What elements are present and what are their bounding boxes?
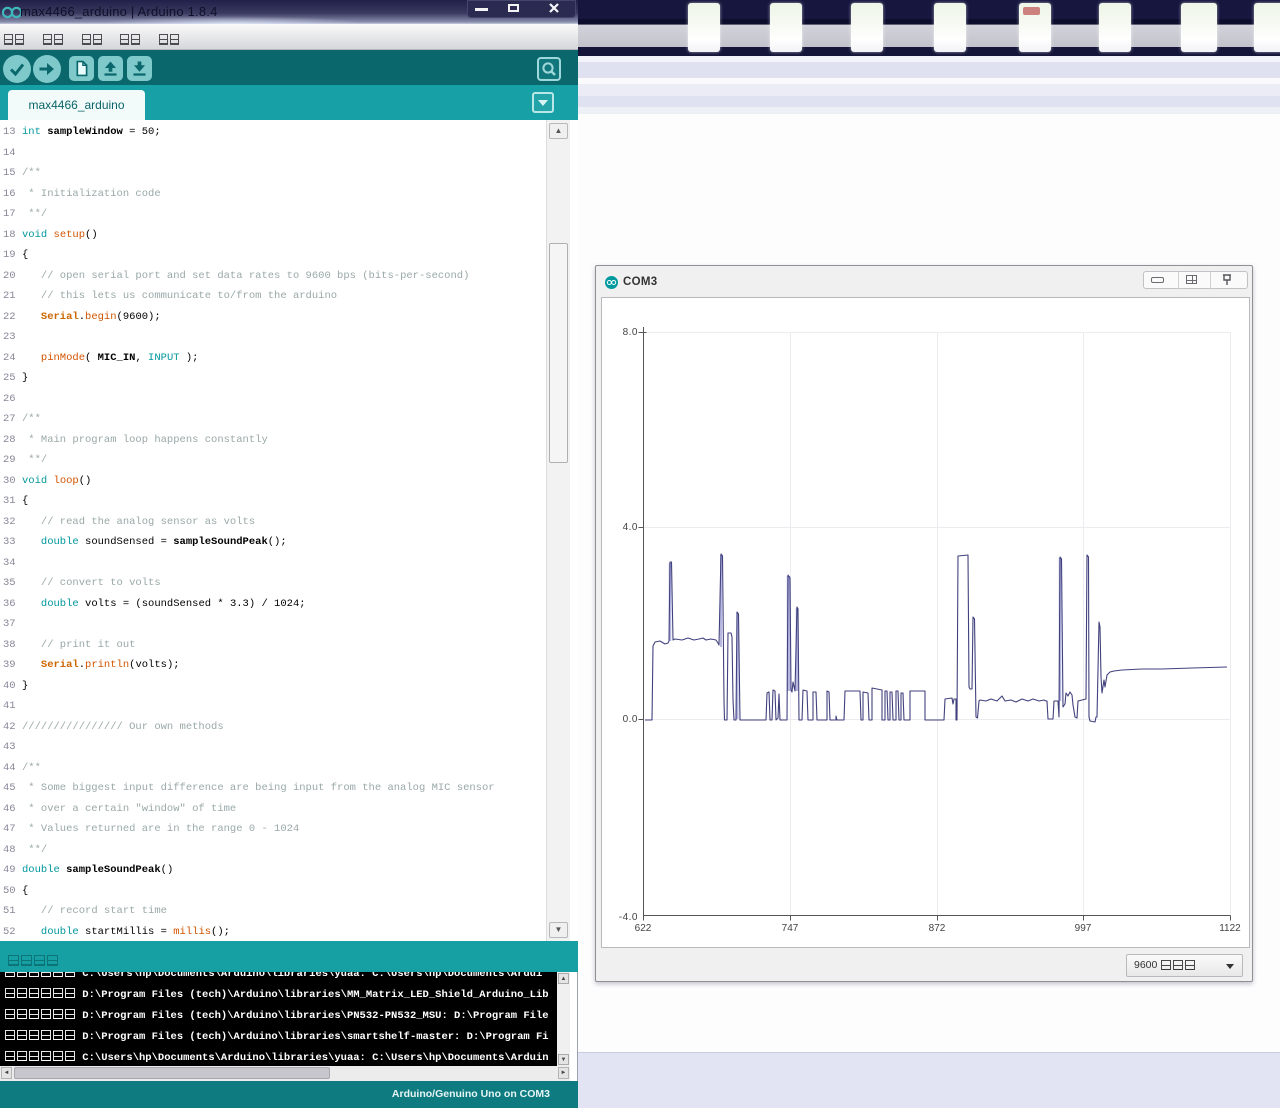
svg-text:747: 747 [782, 923, 799, 934]
svg-text:997: 997 [1075, 923, 1092, 934]
svg-text:0.0: 0.0 [623, 714, 638, 725]
svg-text:8.0: 8.0 [623, 327, 638, 338]
svg-text:872: 872 [929, 923, 946, 934]
svg-text:1122: 1122 [1219, 923, 1241, 934]
svg-text:622: 622 [635, 923, 652, 934]
svg-text:4.0: 4.0 [623, 522, 638, 533]
svg-text:-4.0: -4.0 [619, 912, 638, 923]
